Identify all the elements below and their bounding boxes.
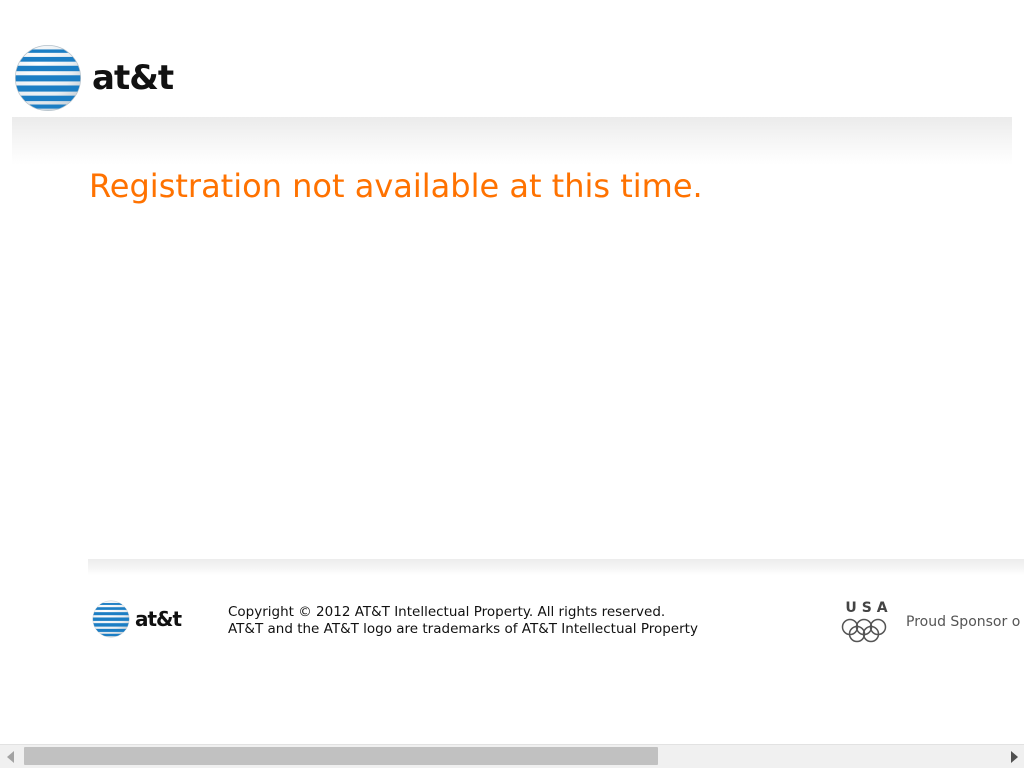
att-globe-icon: [15, 45, 81, 111]
att-wordmark: at&t: [92, 58, 174, 98]
header-band: [12, 117, 1012, 165]
page: at&t Registration not available at this …: [0, 0, 1024, 768]
usa-mark-text: USA: [845, 600, 892, 616]
status-message: Registration not available at this time.: [89, 167, 703, 205]
scroll-thumb[interactable]: [24, 747, 658, 765]
scroll-left-button[interactable]: [0, 745, 20, 768]
att-logo[interactable]: at&t: [14, 44, 174, 112]
scroll-right-button[interactable]: [1004, 745, 1024, 768]
header: at&t: [0, 40, 1024, 116]
copyright-text: Copyright © 2012 AT&T Intellectual Prope…: [228, 604, 666, 620]
footer-att-logo[interactable]: at&t: [92, 600, 182, 638]
footer-att-wordmark: at&t: [135, 607, 182, 631]
trademark-text: AT&T and the AT&T logo are trademarks of…: [228, 621, 698, 637]
sponsor-text: Proud Sponsor o: [906, 614, 1021, 630]
footer-divider: [88, 559, 1024, 575]
att-globe-icon: [92, 600, 130, 638]
horizontal-scrollbar[interactable]: [0, 744, 1024, 768]
scroll-left-arrow-icon: [6, 750, 14, 763]
usa-olympic-rings-icon: USA: [841, 600, 892, 643]
footer-legal: Copyright © 2012 AT&T Intellectual Prope…: [228, 604, 698, 638]
scroll-right-arrow-icon: [1010, 750, 1018, 763]
olympic-sponsor[interactable]: USA Proud Sponsor o: [840, 598, 1020, 644]
